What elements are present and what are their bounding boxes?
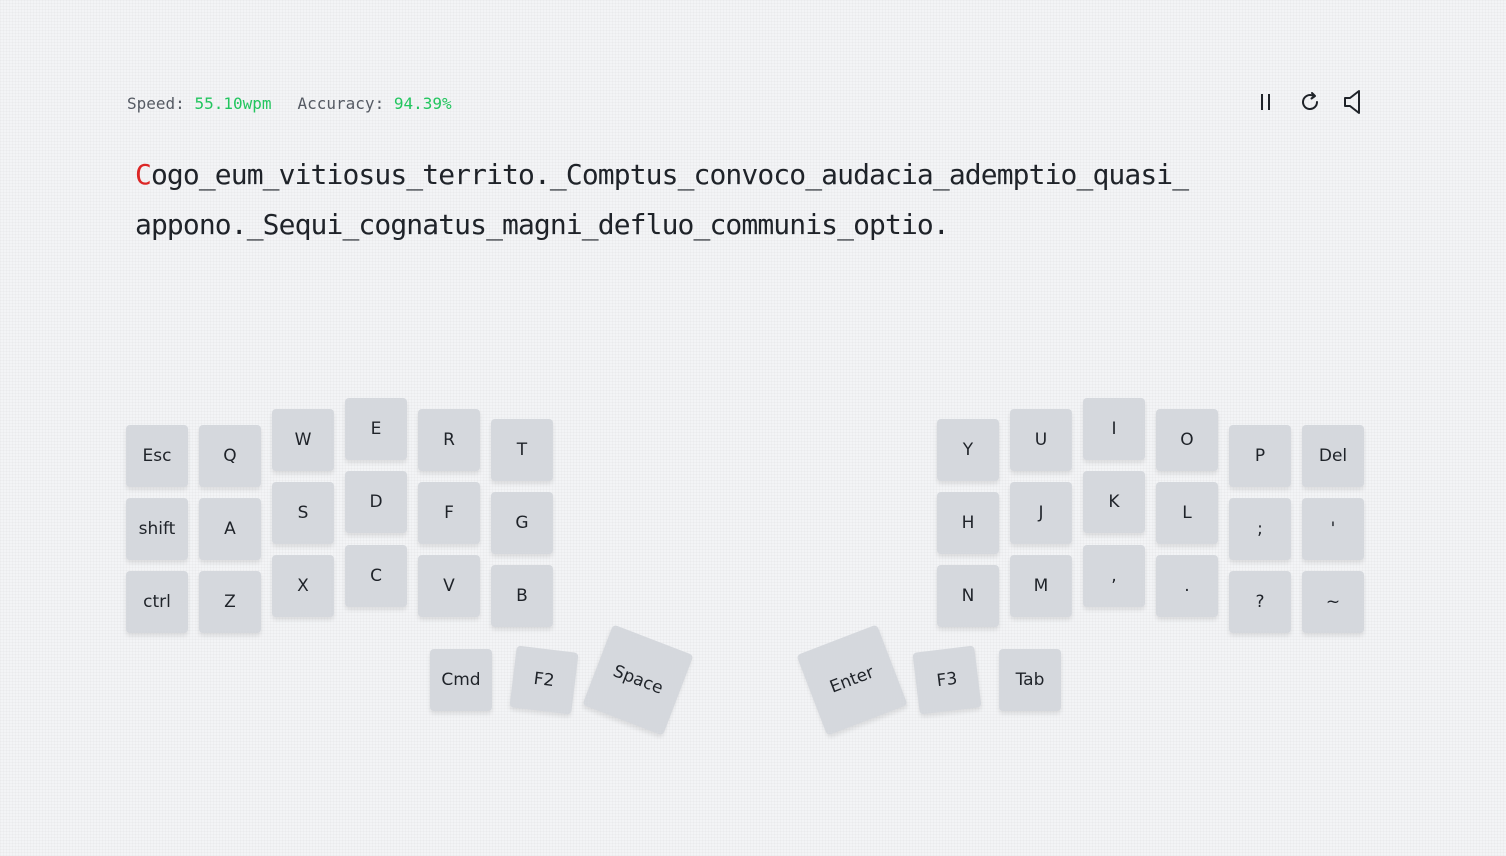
key-u[interactable]: U [1010,409,1072,471]
key-space[interactable]: Space [582,624,694,736]
key-a[interactable]: A [199,498,261,560]
key-z[interactable]: Z [199,571,261,633]
key-s[interactable]: S [272,482,334,544]
controls [1250,88,1370,120]
key-tab[interactable]: Tab [999,649,1061,711]
text-line-2: appono._Sequi_cognatus_magni_defluo_comm… [135,208,950,241]
key-m[interactable]: M [1010,555,1072,617]
accuracy-value: 94.39% [393,94,452,113]
key-q[interactable]: Q [199,425,261,487]
restart-icon [1298,90,1322,119]
key-esc[interactable]: Esc [126,425,188,487]
key-period[interactable]: . [1156,555,1218,617]
key-ctrl[interactable]: ctrl [126,571,188,633]
key-o[interactable]: O [1156,409,1218,471]
restart-button[interactable] [1294,88,1326,120]
sound-button[interactable] [1338,88,1370,120]
key-g[interactable]: G [491,492,553,554]
key-h[interactable]: H [937,492,999,554]
key-x[interactable]: X [272,555,334,617]
key-comma[interactable]: , [1083,545,1145,607]
volume-icon [1341,88,1367,121]
key-e[interactable]: E [345,398,407,460]
key-cmd[interactable]: Cmd [430,649,492,711]
key-tilde[interactable]: ~ [1302,571,1364,633]
key-semicolon[interactable]: ; [1229,498,1291,560]
key-f[interactable]: F [418,482,480,544]
key-enter[interactable]: Enter [796,624,908,736]
key-t[interactable]: T [491,419,553,481]
key-v[interactable]: V [418,555,480,617]
accuracy-label: Accuracy: [297,94,385,113]
key-n[interactable]: N [937,565,999,627]
stats-bar: Speed: 55.10wpm Accuracy: 94.39% [127,94,452,113]
pause-button[interactable] [1250,88,1282,120]
text-line-1-rest: ogo_eum_vitiosus_territo._Comptus_convoc… [150,158,1189,191]
key-quote[interactable]: ' [1302,498,1364,560]
key-c[interactable]: C [345,545,407,607]
key-r[interactable]: R [418,409,480,471]
key-j[interactable]: J [1010,482,1072,544]
key-f2[interactable]: F2 [509,645,579,715]
key-shift[interactable]: shift [126,498,188,560]
speed-label: Speed: [127,94,185,113]
key-p[interactable]: P [1229,425,1291,487]
key-question[interactable]: ? [1229,571,1291,633]
key-b[interactable]: B [491,565,553,627]
speed-value: 55.10wpm [194,94,272,113]
key-i[interactable]: I [1083,398,1145,460]
key-f3[interactable]: F3 [912,645,982,715]
key-l[interactable]: L [1156,482,1218,544]
pause-icon [1256,90,1276,119]
key-y[interactable]: Y [937,419,999,481]
key-k[interactable]: K [1083,471,1145,533]
typing-text: Cogo_eum_vitiosus_territo._Comptus_convo… [135,150,1375,250]
key-d[interactable]: D [345,471,407,533]
text-line-1: Cogo_eum_vitiosus_territo._Comptus_convo… [135,150,1375,200]
key-w[interactable]: W [272,409,334,471]
key-del[interactable]: Del [1302,425,1364,487]
current-character: C [135,158,152,191]
